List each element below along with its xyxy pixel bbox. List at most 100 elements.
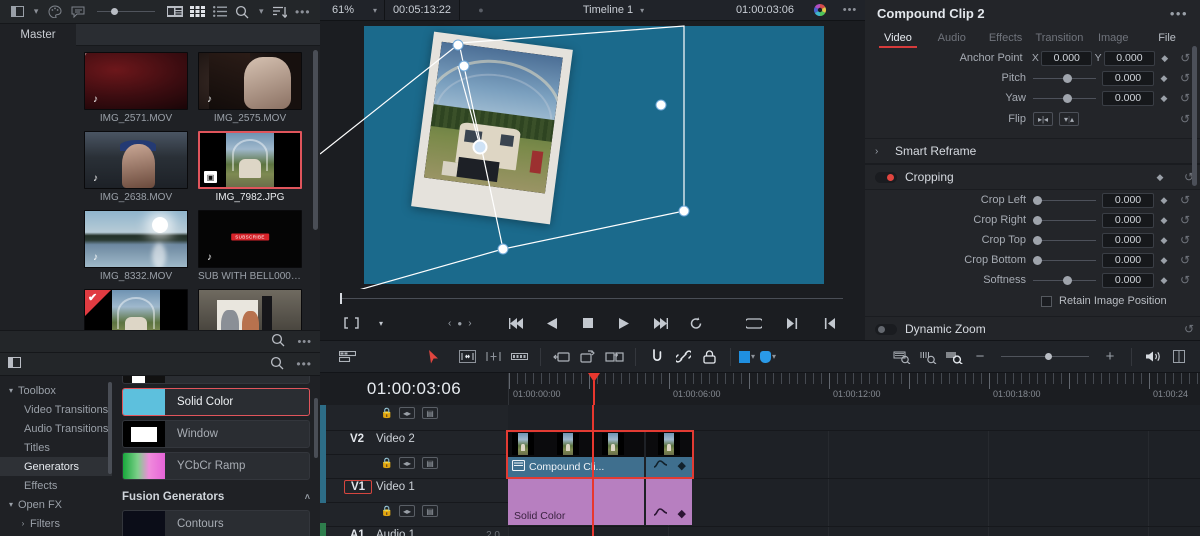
anchor-point-x-field[interactable]: 0.000 [1041,50,1093,66]
reset-icon[interactable]: ↺ [1174,193,1196,207]
lock-icon[interactable]: 🔒 [381,407,393,419]
chevron-up-icon[interactable]: ˄ [305,492,310,502]
tree-item-effects[interactable]: Effects [0,476,112,495]
flip-horizontal-icon[interactable]: ▸|◂ [1033,112,1053,126]
panel-toggle-icon[interactable] [6,2,29,22]
reset-icon[interactable]: ↺ [1178,322,1200,336]
reset-icon[interactable]: ↺ [1174,233,1196,247]
tab-transition[interactable]: Transition [1032,32,1086,48]
track-header-v1[interactable]: V1 Video 1 [320,479,508,503]
timeline-zoom-slider[interactable] [1001,350,1089,364]
speed-curve-icon[interactable] [653,458,668,472]
timeline-clip-solid-color[interactable]: Solid Color [508,479,644,525]
more-options-icon[interactable]: ••• [1170,6,1188,21]
timeline-lane-v2[interactable]: Compound Cli... ◆ [506,430,1200,479]
auto-select-icon[interactable]: ◂▸ [399,457,415,469]
tree-item-video-transitions[interactable]: Video Transitions [0,400,112,419]
linked-selection-icon[interactable] [670,345,696,369]
reset-icon[interactable]: ↺ [1174,213,1196,227]
detail-zoom-icon[interactable] [915,345,941,369]
keyframe-diamond-icon[interactable]: ◆ [678,507,686,520]
marker-icon[interactable]: ● [457,319,462,328]
keyframe-diamond-icon[interactable]: ◆ [1154,93,1174,104]
razor-edit-icon[interactable] [506,345,532,369]
more-options-icon[interactable]: ••• [297,336,312,348]
track-enable-icon[interactable]: ▤ [422,505,438,517]
minus-icon[interactable]: − [967,345,993,369]
panel-toggle-icon[interactable] [8,357,21,371]
flip-vertical-icon[interactable]: ▾ | ▴ [1059,112,1079,126]
retain-image-position-checkbox[interactable] [1041,295,1052,307]
media-pool-master-tab[interactable]: Master [0,24,76,46]
auto-select-icon[interactable]: ◂▸ [399,505,415,517]
dynamic-zoom-section-header[interactable]: Dynamic Zoom ↺ [865,316,1200,342]
keyframe-diamond-icon[interactable]: ◆ [1154,255,1174,266]
search-icon[interactable] [270,356,284,373]
crop-right-slider[interactable] [1033,211,1096,229]
tree-item-open-fx[interactable]: ▾ Open FX [0,495,112,514]
timeline-clip-solid-color-tail[interactable]: ◆ [646,479,692,525]
crop-right-field[interactable]: 0.000 [1102,212,1154,228]
track-id-v1[interactable]: V1 [344,480,373,494]
marker-icon[interactable] [760,350,772,363]
media-clip-item[interactable]: ♪ IMG_2575.MOV [198,52,302,124]
tree-item-audio-transitions[interactable]: Audio Transitions [0,419,112,438]
softness-field[interactable]: 0.000 [1102,272,1154,288]
crop-left-field[interactable]: 0.000 [1102,192,1154,208]
chevron-down-icon[interactable]: ▾ [4,386,18,395]
crop-top-slider[interactable] [1033,231,1096,249]
thumbnail[interactable]: SUBSCRIBE ♪ [198,210,302,268]
effect-item-solid-color[interactable]: Solid Color [122,388,310,416]
auto-select-icon[interactable]: ◂▸ [399,407,415,419]
reset-icon[interactable]: ↺ [1174,253,1196,267]
viewer-title-group[interactable]: Timeline 1 ▾ [502,0,725,20]
media-clip-item[interactable]: ♪ IMG_2571.MOV [84,52,188,124]
chevron-right-icon[interactable]: › [875,146,887,157]
keyframe-diamond-icon[interactable]: ◆ [1154,275,1174,286]
timeline-lane-v1[interactable]: Solid Color ◆ [508,479,1200,527]
cropping-section-header[interactable]: Cropping ◆ ↺ [865,164,1200,190]
tree-item-titles[interactable]: Titles [0,438,112,457]
tree-item-generators[interactable]: Generators [0,457,112,476]
chevron-down-icon[interactable]: ▾ [29,2,44,22]
tab-effects[interactable]: Effects [979,32,1033,48]
media-clip-item[interactable]: SUBSCRIBE ♪ SUB WITH BELL0000... [198,210,302,282]
yaw-field[interactable]: 0.000 [1102,90,1154,106]
play-reverse-icon[interactable] [539,312,565,334]
mark-in-icon[interactable] [817,312,843,334]
color-tag-icon[interactable] [44,2,67,22]
play-icon[interactable] [611,312,637,334]
media-clip-item[interactable]: ♪ IMG_2638.MOV [84,131,188,203]
snapping-icon[interactable] [644,345,670,369]
replace-clip-icon[interactable] [601,345,627,369]
softness-slider[interactable] [1033,271,1096,289]
effect-item-ycbcr-ramp[interactable]: YCbCr Ramp [122,452,310,480]
keyframe-diamond-icon[interactable]: ◆ [1150,172,1170,183]
timeline-lane-top[interactable] [508,405,1200,431]
pitch-field[interactable]: 0.000 [1102,70,1154,86]
chevron-down-icon[interactable]: ▾ [4,500,18,509]
chevron-down-icon[interactable]: ▾ [772,352,776,361]
chevron-down-icon[interactable]: ▾ [751,352,755,361]
effects-list-scrollbar[interactable] [314,398,318,458]
lock-track-icon[interactable] [696,345,722,369]
tab-file[interactable]: File [1140,32,1194,48]
retain-image-position-row[interactable]: Retain Image Position [865,290,1200,312]
crop-left-slider[interactable] [1033,191,1096,209]
prev-marker-icon[interactable]: ‹ [448,318,451,329]
timeline-clip-compound-tail[interactable]: ◆ [646,431,692,477]
tab-audio[interactable]: Audio [925,32,979,48]
tree-item-filters[interactable]: › Filters [0,514,112,533]
stop-icon[interactable] [575,312,601,334]
effect-item-contours[interactable]: Contours [122,510,310,536]
chevron-down-icon[interactable]: ▾ [366,0,384,20]
track-header-a1[interactable]: A1 Audio 1 2.0 [320,527,508,536]
reset-icon[interactable]: ↺ [1174,273,1196,287]
timeline-ruler[interactable]: 01:00:00:00 01:00:06:00 01:00:12:00 01:0… [508,373,1200,405]
timeline-playhead[interactable] [592,405,594,536]
more-options-icon[interactable]: ••• [296,357,312,371]
media-clip-item-selected[interactable]: ▣ IMG_7982.JPG [198,131,302,203]
keyframe-diamond-icon[interactable]: ◆ [1154,195,1174,206]
custom-zoom-icon[interactable] [941,345,967,369]
loop-icon[interactable] [683,312,709,334]
